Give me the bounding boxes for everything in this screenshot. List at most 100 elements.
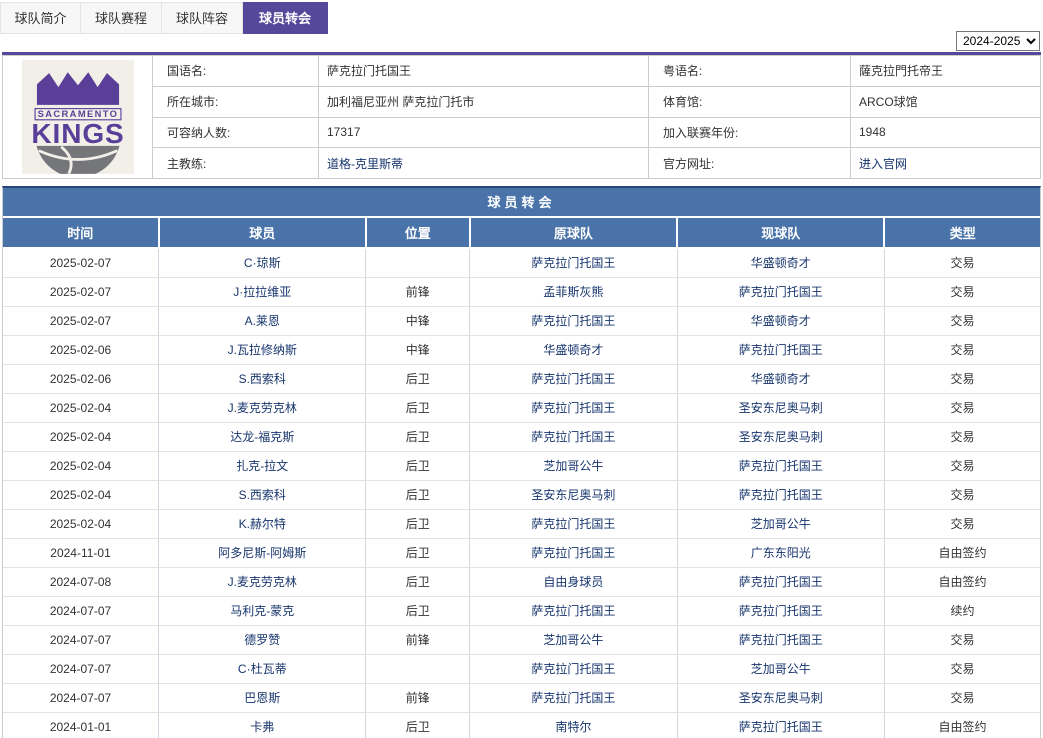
cell-from-team: 萨克拉门托国王 xyxy=(470,509,677,538)
table-row: 2024-07-07马利克-蒙克后卫萨克拉门托国王萨克拉门托国王续约 xyxy=(3,596,1040,625)
info-value: 薩克拉門托帝王 xyxy=(851,56,1041,87)
player-link[interactable]: J.麦克劳克林 xyxy=(228,575,297,589)
team-logo-cell: SACRAMENTO KINGS xyxy=(3,56,153,179)
player-link[interactable]: 扎克-拉文 xyxy=(236,459,288,473)
player-link[interactable]: S.西索科 xyxy=(239,488,286,502)
info-label: 体育馆: xyxy=(649,86,851,117)
from-team-link[interactable]: 华盛顿奇才 xyxy=(543,343,603,357)
player-link[interactable]: J.瓦拉修纳斯 xyxy=(228,343,297,357)
cell-position: 后卫 xyxy=(366,596,470,625)
info-label: 主教练: xyxy=(153,148,319,179)
player-link[interactable]: K.赫尔特 xyxy=(239,517,286,531)
cell-from-team: 萨克拉门托国王 xyxy=(470,683,677,712)
cell-type: 交易 xyxy=(884,422,1040,451)
tab-球队赛程[interactable]: 球队赛程 xyxy=(81,2,162,34)
info-label: 加入联赛年份: xyxy=(649,117,851,148)
info-label: 所在城市: xyxy=(153,86,319,117)
cell-type: 交易 xyxy=(884,509,1040,538)
to-team-link[interactable]: 萨克拉门托国王 xyxy=(739,604,823,618)
to-team-link[interactable]: 芝加哥公牛 xyxy=(751,517,811,531)
tab-球员转会[interactable]: 球员转会 xyxy=(243,2,328,34)
from-team-link[interactable]: 圣安东尼奥马刺 xyxy=(531,488,615,502)
player-link[interactable]: J.麦克劳克林 xyxy=(228,401,297,415)
team-info-row: SACRAMENTO KINGS 国语名:萨克拉门托国王粤语名:薩克拉門托帝王 xyxy=(3,56,1041,87)
cell-position: 中锋 xyxy=(366,306,470,335)
from-team-link[interactable]: 萨克拉门托国王 xyxy=(531,662,615,676)
from-team-link[interactable]: 自由身球员 xyxy=(543,575,603,589)
from-team-link[interactable]: 萨克拉门托国王 xyxy=(531,314,615,328)
cell-to-team: 萨克拉门托国王 xyxy=(677,480,884,509)
player-link[interactable]: S.西索科 xyxy=(239,372,286,386)
player-link[interactable]: 德罗赞 xyxy=(244,633,280,647)
to-team-link[interactable]: 萨克拉门托国王 xyxy=(739,575,823,589)
to-team-link[interactable]: 圣安东尼奥马刺 xyxy=(739,430,823,444)
player-link[interactable]: C·杜瓦蒂 xyxy=(238,662,287,676)
table-row: 2025-02-07C·琼斯萨克拉门托国王华盛顿奇才交易 xyxy=(3,248,1040,277)
player-link[interactable]: 达龙-福克斯 xyxy=(230,430,294,444)
from-team-link[interactable]: 芝加哥公牛 xyxy=(543,459,603,473)
cell-from-team: 萨克拉门托国王 xyxy=(470,364,677,393)
player-link[interactable]: J·拉拉维亚 xyxy=(233,285,291,299)
cell-to-team: 萨克拉门托国王 xyxy=(677,712,884,738)
from-team-link[interactable]: 萨克拉门托国王 xyxy=(531,401,615,415)
from-team-link[interactable]: 萨克拉门托国王 xyxy=(531,372,615,386)
to-team-link[interactable]: 圣安东尼奥马刺 xyxy=(739,401,823,415)
cell-to-team: 萨克拉门托国王 xyxy=(677,335,884,364)
to-team-link[interactable]: 华盛顿奇才 xyxy=(751,314,811,328)
info-value-link[interactable]: 进入官网 xyxy=(859,157,907,171)
cell-player: J.瓦拉修纳斯 xyxy=(159,335,366,364)
transfers-header-row: 时间球员位置原球队现球队类型 xyxy=(3,218,1040,248)
to-team-link[interactable]: 芝加哥公牛 xyxy=(751,662,811,676)
player-link[interactable]: 马利克-蒙克 xyxy=(230,604,294,618)
from-team-link[interactable]: 萨克拉门托国王 xyxy=(531,256,615,270)
from-team-link[interactable]: 萨克拉门托国王 xyxy=(531,546,615,560)
team-info-row: 主教练:道格-克里斯蒂官方网址:进入官网 xyxy=(3,148,1041,179)
cell-from-team: 萨克拉门托国王 xyxy=(470,596,677,625)
cell-type: 交易 xyxy=(884,335,1040,364)
col-header-原球队: 原球队 xyxy=(470,218,677,248)
to-team-link[interactable]: 萨克拉门托国王 xyxy=(739,459,823,473)
to-team-link[interactable]: 萨克拉门托国王 xyxy=(739,343,823,357)
cell-player: S.西索科 xyxy=(159,480,366,509)
cell-from-team: 萨克拉门托国王 xyxy=(470,422,677,451)
kings-logo: SACRAMENTO KINGS xyxy=(22,60,134,174)
to-team-link[interactable]: 萨克拉门托国王 xyxy=(739,488,823,502)
cell-player: J.麦克劳克林 xyxy=(159,567,366,596)
from-team-link[interactable]: 萨克拉门托国王 xyxy=(531,517,615,531)
cell-position: 后卫 xyxy=(366,364,470,393)
from-team-link[interactable]: 萨克拉门托国王 xyxy=(531,604,615,618)
tab-球队阵容[interactable]: 球队阵容 xyxy=(162,2,243,34)
from-team-link[interactable]: 萨克拉门托国王 xyxy=(531,430,615,444)
player-link[interactable]: 巴恩斯 xyxy=(244,691,280,705)
cell-position: 前锋 xyxy=(366,683,470,712)
season-select[interactable]: 2024-2025 xyxy=(956,31,1040,51)
tab-球队简介[interactable]: 球队简介 xyxy=(0,2,81,34)
to-team-link[interactable]: 萨克拉门托国王 xyxy=(739,633,823,647)
to-team-link[interactable]: 圣安东尼奥马刺 xyxy=(739,691,823,705)
col-header-类型: 类型 xyxy=(884,218,1040,248)
player-link[interactable]: C·琼斯 xyxy=(244,256,281,270)
to-team-link[interactable]: 华盛顿奇才 xyxy=(751,372,811,386)
to-team-link[interactable]: 萨克拉门托国王 xyxy=(739,720,823,734)
from-team-link[interactable]: 芝加哥公牛 xyxy=(543,633,603,647)
from-team-link[interactable]: 孟菲斯灰熊 xyxy=(543,285,603,299)
to-team-link[interactable]: 广东东阳光 xyxy=(751,546,811,560)
info-label: 粤语名: xyxy=(649,56,851,87)
from-team-link[interactable]: 南特尔 xyxy=(555,720,591,734)
cell-player: 德罗赞 xyxy=(159,625,366,654)
info-value-link[interactable]: 道格-克里斯蒂 xyxy=(327,157,403,171)
cell-date: 2025-02-04 xyxy=(3,451,159,480)
player-link[interactable]: 阿多尼斯-阿姆斯 xyxy=(218,546,306,560)
cell-date: 2024-07-07 xyxy=(3,625,159,654)
to-team-link[interactable]: 华盛顿奇才 xyxy=(751,256,811,270)
cell-date: 2024-11-01 xyxy=(3,538,159,567)
cell-type: 交易 xyxy=(884,683,1040,712)
cell-from-team: 华盛顿奇才 xyxy=(470,335,677,364)
from-team-link[interactable]: 萨克拉门托国王 xyxy=(531,691,615,705)
player-link[interactable]: 卡弗 xyxy=(250,720,274,734)
table-row: 2024-07-07C·杜瓦蒂萨克拉门托国王芝加哥公牛交易 xyxy=(3,654,1040,683)
cell-date: 2024-07-07 xyxy=(3,596,159,625)
team-info-row: 可容纳人数:17317加入联赛年份:1948 xyxy=(3,117,1041,148)
player-link[interactable]: A.莱恩 xyxy=(245,314,280,328)
to-team-link[interactable]: 萨克拉门托国王 xyxy=(739,285,823,299)
